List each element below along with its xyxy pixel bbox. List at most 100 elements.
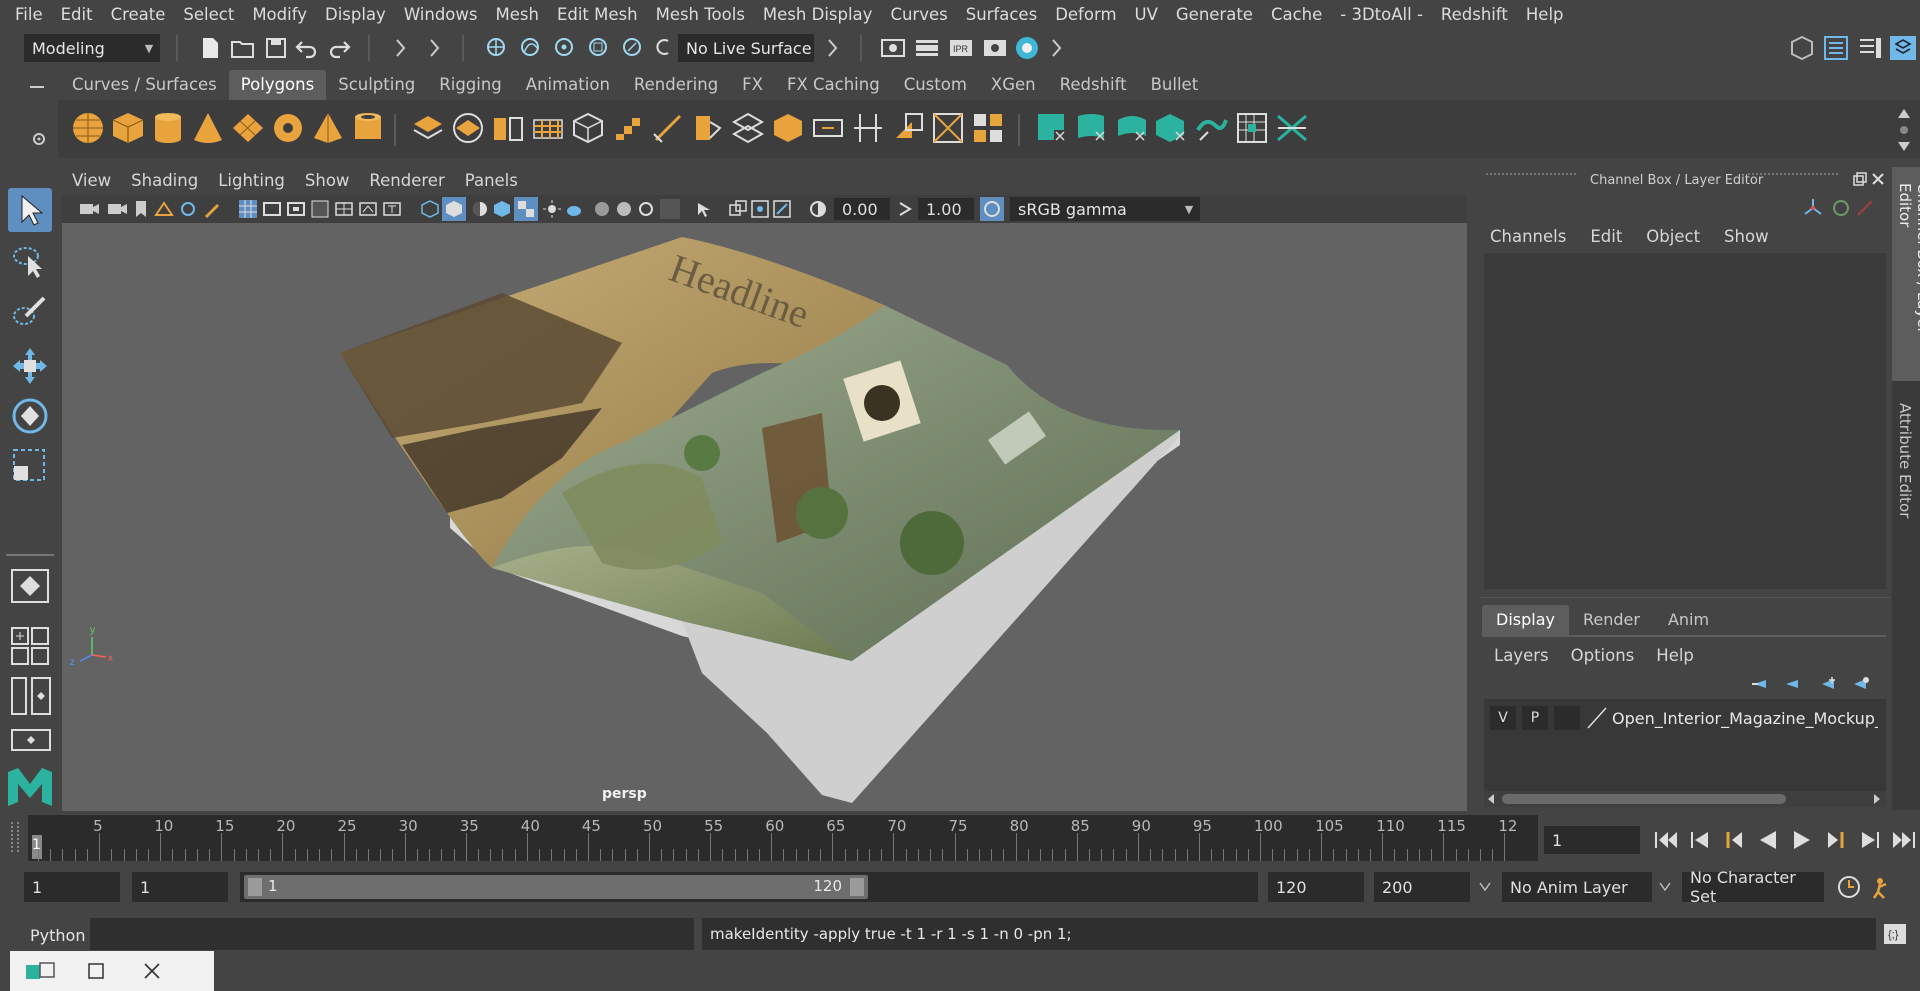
snap-live-icon[interactable] — [620, 35, 648, 61]
menu-surfaces[interactable]: Surfaces — [957, 0, 1046, 30]
poly-pipe-icon[interactable] — [350, 110, 386, 146]
menu-redshift[interactable]: Redshift — [1432, 0, 1517, 30]
isolate-select-icon[interactable] — [694, 199, 714, 219]
shelf-tab-sculpting[interactable]: Sculpting — [326, 70, 427, 100]
hyper-icon[interactable] — [1854, 197, 1876, 219]
panel-menu-view[interactable]: View — [62, 167, 121, 195]
xray-joints-icon[interactable] — [750, 199, 770, 219]
show-menu[interactable]: Show — [1724, 227, 1769, 246]
multisample-aa-icon[interactable] — [636, 199, 656, 219]
layer-tab-render[interactable]: Render — [1569, 605, 1654, 635]
panel-menu-panels[interactable]: Panels — [455, 167, 528, 195]
command-language-button[interactable]: Python — [30, 926, 85, 945]
ipr-render-icon[interactable]: IPR — [948, 36, 974, 60]
layer-color-swatch-icon[interactable] — [1586, 706, 1608, 730]
fill-hole-icon[interactable] — [610, 110, 646, 146]
shelf-tab-polygons[interactable]: Polygons — [228, 70, 327, 100]
poly-plane-icon[interactable] — [230, 110, 266, 146]
step-back-key-icon[interactable] — [1720, 827, 1748, 853]
grease-pencil-icon[interactable] — [202, 199, 222, 219]
shelf-tab-custom[interactable]: Custom — [892, 70, 979, 100]
new-layer-icon[interactable] — [1818, 675, 1840, 693]
scrollbar-thumb[interactable] — [1502, 794, 1786, 804]
snap-magnet-icon[interactable] — [652, 35, 674, 61]
color-management-toggle-icon[interactable] — [980, 197, 1004, 221]
render-arrow-icon[interactable] — [1050, 36, 1064, 60]
close-icon[interactable] — [142, 961, 162, 981]
play-backward-icon[interactable] — [1754, 827, 1782, 853]
channel-list-area[interactable] — [1484, 253, 1886, 589]
go-to-start-icon[interactable] — [1652, 827, 1680, 853]
menu-mesh-display[interactable]: Mesh Display — [754, 0, 882, 30]
poly-cylinder-icon[interactable] — [150, 110, 186, 146]
textured-icon[interactable] — [514, 197, 538, 221]
object-menu[interactable]: Object — [1646, 227, 1700, 246]
wireframe-icon[interactable] — [420, 199, 440, 219]
snap-view-plane-icon[interactable] — [586, 35, 614, 61]
manipulator-icon[interactable] — [1802, 197, 1824, 219]
shelf-tab-curves-surfaces[interactable]: Curves / Surfaces — [60, 70, 229, 100]
layer-display-type-toggle[interactable] — [1554, 706, 1580, 730]
panel-grip[interactable] — [1748, 173, 1838, 183]
playback-preferences-icon[interactable] — [1870, 874, 1896, 900]
poly-cone-icon[interactable] — [190, 110, 226, 146]
range-start-handle[interactable] — [248, 878, 262, 896]
layer-tab-anim[interactable]: Anim — [1654, 605, 1723, 635]
insert-edge-loop-icon[interactable] — [690, 110, 726, 146]
reduce-icon[interactable] — [930, 110, 966, 146]
default-material-icon[interactable] — [470, 199, 490, 219]
play-forward-icon[interactable] — [1788, 827, 1816, 853]
menu-edit-mesh[interactable]: Edit Mesh — [548, 0, 647, 30]
gamma-field[interactable]: 1.00 — [918, 198, 974, 220]
render-frame-icon[interactable] — [914, 36, 940, 60]
multi-cut-icon[interactable] — [650, 110, 686, 146]
cylindrical-uv-icon[interactable] — [1074, 110, 1110, 146]
layer-visibility-toggle[interactable]: V — [1490, 706, 1516, 730]
anim-layer-dropdown[interactable]: No Anim Layer — [1502, 872, 1652, 902]
scroll-left-icon[interactable] — [1486, 793, 1496, 805]
layer-hscrollbar[interactable] — [1484, 791, 1886, 807]
layers-menu[interactable]: Layers — [1494, 646, 1549, 665]
resolution-gate-icon[interactable] — [286, 199, 306, 219]
open-scene-icon[interactable] — [230, 36, 256, 60]
smooth-icon[interactable] — [770, 110, 806, 146]
triangulate-icon[interactable] — [850, 110, 886, 146]
help-menu[interactable]: Help — [1656, 646, 1694, 665]
shelf-tab-fx-caching[interactable]: FX Caching — [775, 70, 892, 100]
camera-attributes-icon[interactable] — [106, 199, 128, 219]
layout-single-pane-button[interactable] — [8, 564, 52, 608]
playback-start-field[interactable]: 1 — [132, 872, 228, 902]
exposure-icon[interactable] — [808, 199, 828, 219]
step-back-frame-icon[interactable] — [1686, 827, 1714, 853]
menu-mesh[interactable]: Mesh — [486, 0, 547, 30]
command-input[interactable] — [90, 918, 694, 950]
four-pane-layout-icon[interactable] — [10, 626, 54, 666]
layer-row[interactable]: V P Open_Interior_Magazine_Mockup_00 — [1490, 705, 1886, 731]
character-set-dropdown[interactable]: No Character Set — [1682, 868, 1824, 906]
script-editor-icon[interactable]: {;} — [1882, 922, 1908, 946]
scale-tool-button[interactable] — [8, 444, 52, 488]
shaded-wire-icon[interactable] — [492, 199, 512, 219]
shelf-tab-rigging[interactable]: Rigging — [427, 70, 514, 100]
menu-create[interactable]: Create — [102, 0, 175, 30]
use-all-lights-icon[interactable] — [542, 199, 562, 219]
render-settings-icon[interactable] — [880, 36, 906, 60]
move-layer-down-icon[interactable] — [1780, 675, 1802, 693]
mirror-icon[interactable] — [810, 110, 846, 146]
poly-cube-icon[interactable] — [110, 110, 146, 146]
paint-select-tool-button[interactable] — [8, 290, 52, 334]
offset-edge-loop-icon[interactable] — [730, 110, 766, 146]
panel-menu-show[interactable]: Show — [295, 167, 360, 195]
scroll-right-icon[interactable] — [1872, 793, 1882, 805]
speed-icon[interactable] — [1830, 197, 1852, 219]
menuset-dropdown[interactable]: Modeling ▼ — [24, 34, 160, 62]
view-transform-dropdown[interactable]: sRGB gamma ▼ — [1010, 197, 1200, 221]
select-tool-button[interactable] — [8, 188, 52, 232]
gamma-icon[interactable] — [896, 199, 914, 219]
cut-uv-edges-icon[interactable] — [1274, 110, 1310, 146]
rotate-tool-button[interactable] — [8, 394, 52, 438]
render-view-icon[interactable] — [982, 36, 1008, 60]
shelf-tab-fx[interactable]: FX — [730, 70, 775, 100]
lasso-tool-button[interactable] — [8, 240, 52, 284]
bookmark-icon[interactable] — [132, 199, 150, 219]
